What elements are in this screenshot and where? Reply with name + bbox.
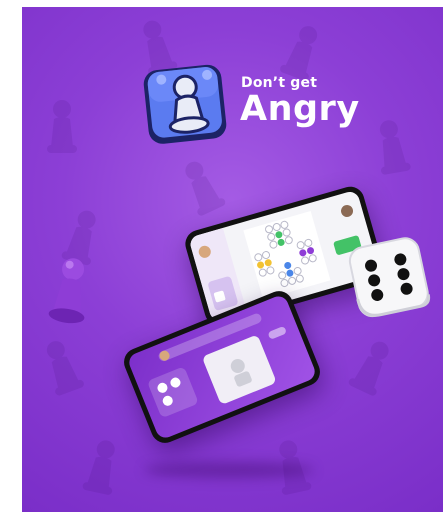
lobby-screen	[126, 293, 318, 441]
dice-icon	[348, 237, 431, 318]
pawn-icon	[48, 258, 85, 324]
promo-canvas: Don’t get Angry	[22, 7, 443, 512]
bg-pawn-icon	[46, 341, 84, 396]
ground-shadow	[144, 462, 314, 478]
bg-pawn-icon	[82, 440, 115, 495]
bg-pawn-icon	[379, 120, 411, 175]
bg-pawn-icon	[47, 100, 77, 153]
pawn-logo-icon	[143, 64, 227, 144]
lobby-graphic	[148, 313, 286, 417]
brand-title-big: Angry	[240, 89, 360, 129]
bg-pawn-icon	[185, 161, 226, 216]
board-grid	[243, 211, 331, 300]
bg-pawn-icon	[348, 341, 389, 396]
